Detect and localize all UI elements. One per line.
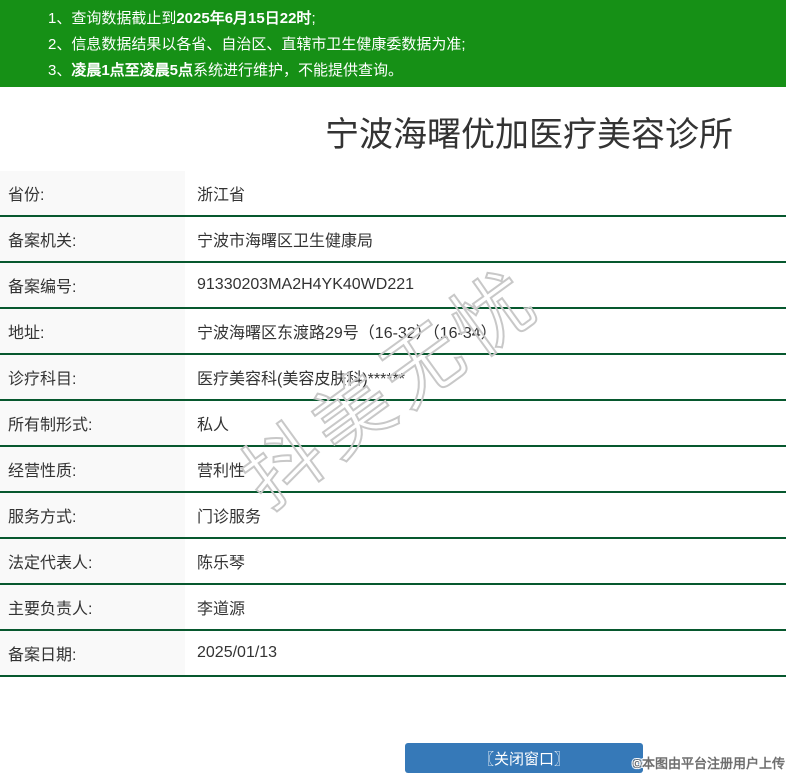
table-row: 法定代表人: 陈乐琴 (0, 539, 786, 585)
notice-bold: 凌晨1点至凌晨5点 (71, 62, 194, 79)
notice-bold: 2025年6月15日22时 (176, 10, 312, 27)
row-label: 法定代表人: (0, 539, 185, 583)
row-label: 备案日期: (0, 631, 185, 675)
row-label: 地址: (0, 309, 185, 353)
notice-line-1: 1、查询数据截止到2025年6月15日22时; (48, 6, 776, 32)
row-label: 备案机关: (0, 217, 185, 261)
table-row: 诊疗科目: 医疗美容科(美容皮肤科)****** (0, 355, 786, 401)
table-row: 省份: 浙江省 (0, 171, 786, 217)
table-row: 备案编号: 91330203MA2H4YK40WD221 (0, 263, 786, 309)
table-row: 经营性质: 营利性 (0, 447, 786, 493)
row-label: 备案编号: (0, 263, 185, 307)
table-row: 主要负责人: 李道源 (0, 585, 786, 631)
row-value: 门诊服务 (197, 509, 262, 526)
upload-copyright-watermark: ©本图由平台注册用户上传 (632, 756, 785, 771)
row-value: 营利性 (197, 463, 246, 480)
row-value: 宁波海曙区东渡路29号（16-32）（16-34） (197, 325, 497, 342)
row-value: 医疗美容科(美容皮肤科)****** (197, 371, 406, 388)
notice-banner: 1、查询数据截止到2025年6月15日22时; 2、信息数据结果以各省、自治区、… (0, 0, 786, 87)
close-window-button[interactable]: 〖关闭窗口〗 (405, 743, 643, 773)
notice-line-3: 3、凌晨1点至凌晨5点系统进行维护，不能提供查询。 (48, 58, 776, 84)
table-row: 备案日期: 2025/01/13 (0, 631, 786, 677)
row-label: 服务方式: (0, 493, 185, 537)
notice-line-2: 2、信息数据结果以各省、自治区、直辖市卫生健康委数据为准; (48, 32, 776, 58)
query-result-page: 1、查询数据截止到2025年6月15日22时; 2、信息数据结果以各省、自治区、… (0, 0, 786, 775)
row-label: 诊疗科目: (0, 355, 185, 399)
notice-text: 3、 (48, 62, 72, 79)
row-value: 私人 (197, 417, 230, 434)
row-value: 91330203MA2H4YK40WD221 (197, 276, 415, 293)
table-row: 地址: 宁波海曙区东渡路29号（16-32）（16-34） (0, 309, 786, 355)
row-value: 浙江省 (197, 187, 246, 204)
notice-text: 2、信息数据结果以各省、自治区、直辖市卫生健康委数据为准; (48, 36, 466, 53)
row-value: 李道源 (197, 601, 246, 618)
table-row: 所有制形式: 私人 (0, 401, 786, 447)
row-value: 2025/01/13 (197, 644, 278, 661)
row-label: 经营性质: (0, 447, 185, 491)
row-label: 省份: (0, 171, 185, 215)
table-row: 备案机关: 宁波市海曙区卫生健康局 (0, 217, 786, 263)
row-value: 陈乐琴 (197, 555, 246, 572)
notice-text: 系统进行维护，不能提供查询。 (193, 62, 404, 79)
notice-text: ; (311, 10, 316, 27)
page-title: 宁波海曙优加医疗美容诊所 (325, 116, 733, 154)
notice-text: 1、查询数据截止到 (48, 10, 177, 27)
record-table: 省份: 浙江省 备案机关: 宁波市海曙区卫生健康局 备案编号: 91330203… (0, 171, 786, 677)
row-label: 所有制形式: (0, 401, 185, 445)
row-label: 主要负责人: (0, 585, 185, 629)
table-row: 服务方式: 门诊服务 (0, 493, 786, 539)
row-value: 宁波市海曙区卫生健康局 (197, 233, 374, 250)
